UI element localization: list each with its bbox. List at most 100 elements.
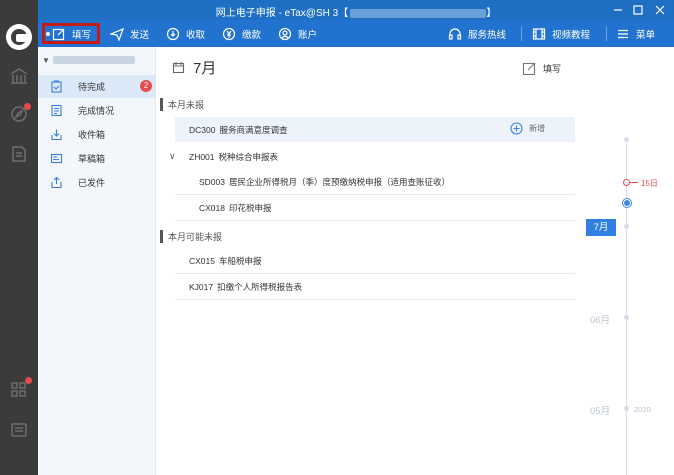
sidebar-company-selector[interactable]: ▼ <box>38 51 156 69</box>
page-title: 7月 <box>193 60 217 77</box>
send-button[interactable]: 发送 <box>110 24 149 43</box>
app-rail <box>0 0 38 475</box>
sidebar-item-inbox[interactable]: 收件箱 <box>38 123 156 146</box>
video-icon <box>532 27 546 40</box>
sidebar-item-label: 待完成 <box>78 82 106 92</box>
redacted-company-label <box>52 56 135 64</box>
section-this-month-may-unreported: 本月可能未报 <box>160 229 222 243</box>
inbox-download-icon <box>51 129 62 141</box>
hamburger-icon <box>618 29 628 38</box>
timeline-month-label[interactable]: 06月 <box>590 312 610 326</box>
row-code: CX018 <box>199 203 225 213</box>
tax-bureau-icon[interactable] <box>9 66 29 86</box>
account-icon <box>278 27 292 40</box>
sidebar-item-drafts[interactable]: 草稿箱 <box>38 147 156 170</box>
window-title: 网上电子申报 - eTax@SH 3【】 <box>215 8 497 19</box>
current-position-dot <box>623 199 631 207</box>
fill-form-button[interactable]: 填写 <box>522 61 561 76</box>
close-icon[interactable] <box>652 2 668 18</box>
sidebar-item-label: 完成情况 <box>78 106 115 116</box>
row-code: DC300 <box>189 124 216 135</box>
table-row[interactable]: KJ017 扣缴个人所得税报告表 <box>175 275 575 300</box>
receive-icon <box>166 27 180 40</box>
redacted-company-name <box>350 8 487 18</box>
sidebar-item-label: 收件箱 <box>78 130 106 140</box>
hotline-button-label: 服务热线 <box>468 29 507 41</box>
sidebar-item-pending[interactable]: 待完成 2 <box>38 75 156 98</box>
month-header: 7月 <box>172 57 216 78</box>
timeline-dot <box>624 406 629 411</box>
row-code: SD003 <box>199 177 225 187</box>
sidebar-item-label: 草稿箱 <box>78 154 106 164</box>
add-button[interactable]: 新增 <box>510 122 545 135</box>
row-name: 居民企业所得税月（季）度预缴纳税申报（适用查账征收） <box>229 177 451 187</box>
table-row-group[interactable]: ∨ ZH001 税种综合申报表 <box>169 144 575 169</box>
table-row[interactable]: SD003 居民企业所得税月（季）度预缴纳税申报（适用查账征收） <box>175 170 575 195</box>
sidebar: ▼ 待完成 2 完成情况 收件箱 草稿箱 已发件 <box>38 47 156 475</box>
app-logo-icon <box>6 24 32 50</box>
notification-dot <box>24 103 31 110</box>
edit-icon <box>52 28 65 40</box>
add-button-label: 新增 <box>529 124 545 133</box>
share-icon <box>51 176 62 189</box>
timeline-dot <box>624 224 629 229</box>
sidebar-item-sent[interactable]: 已发件 <box>38 171 156 194</box>
fill-form-label: 填写 <box>543 64 562 74</box>
timeline-month-label[interactable]: 05月 <box>590 403 610 417</box>
menu-button-label: 菜单 <box>636 29 656 41</box>
section-label: 本月可能未报 <box>168 231 223 242</box>
send-button-label: 发送 <box>130 29 150 41</box>
sidebar-item-completion[interactable]: 完成情况 <box>38 99 156 122</box>
calendar-icon <box>172 62 185 74</box>
list-doc-icon <box>51 104 62 117</box>
row-name: 扣缴个人所得税报告表 <box>217 282 303 292</box>
toolbar-divider <box>606 26 607 41</box>
pay-button-label: 缴款 <box>242 29 262 41</box>
hotline-button[interactable]: 服务热线 <box>448 24 506 43</box>
due-date-marker-icon <box>623 179 630 186</box>
table-row[interactable]: DC300 服务商满意度调查 新增 <box>175 117 575 142</box>
row-name: 车船税申报 <box>219 256 262 266</box>
toolbar-divider <box>521 26 522 41</box>
chevron-down-icon: ▼ <box>42 55 50 65</box>
yuan-icon <box>222 27 236 40</box>
menu-button[interactable]: 菜单 <box>616 24 655 43</box>
sidebar-item-label: 已发件 <box>78 178 106 188</box>
receive-button[interactable]: 收取 <box>166 24 205 43</box>
draft-icon <box>50 153 63 164</box>
section-this-month-unreported: 本月未报 <box>160 97 204 111</box>
row-name: 印花税申报 <box>229 203 272 213</box>
timeline-year-label: 2020 <box>634 405 651 414</box>
row-code: KJ017 <box>189 282 214 292</box>
table-row[interactable]: CX018 印花税申报 <box>175 196 575 221</box>
pay-button[interactable]: 缴款 <box>222 24 261 43</box>
notes-icon[interactable] <box>9 420 29 440</box>
fill-button-label: 填写 <box>72 29 92 41</box>
send-icon <box>110 27 124 41</box>
fill-button[interactable]: 填写 <box>52 24 91 43</box>
chevron-down-icon[interactable]: ∨ <box>169 151 176 162</box>
account-button[interactable]: 账户 <box>278 24 317 43</box>
current-month-label[interactable]: 7月 <box>586 219 616 236</box>
tutorial-button[interactable]: 视频教程 <box>532 24 590 43</box>
table-row[interactable]: CX015 车船税申报 <box>175 249 575 274</box>
row-name: 服务商满意度调查 <box>219 124 288 135</box>
section-label: 本月未报 <box>168 99 205 110</box>
row-name: 税种综合申报表 <box>218 151 279 162</box>
due-date-label: 15日 <box>641 179 658 188</box>
tutorial-button-label: 视频教程 <box>552 29 591 41</box>
row-code: ZH001 <box>189 151 215 162</box>
maximize-icon[interactable] <box>630 2 646 18</box>
row-code: CX015 <box>189 256 215 266</box>
receive-button-label: 收取 <box>186 29 206 41</box>
main-toolbar: 填写 发送 收取 缴款 账户 服务热线 视频教程 菜单 <box>38 20 674 47</box>
month-timeline: 15日 7月 06月 05月 2020 <box>584 47 674 475</box>
edit-icon <box>522 62 536 76</box>
apps-notification-dot <box>25 377 32 384</box>
pending-count-badge: 2 <box>140 80 152 92</box>
due-date-marker-line <box>630 182 638 183</box>
minimize-icon[interactable] <box>610 2 626 18</box>
headset-icon <box>448 27 462 40</box>
document-icon[interactable] <box>9 144 29 164</box>
account-button-label: 账户 <box>298 29 318 41</box>
